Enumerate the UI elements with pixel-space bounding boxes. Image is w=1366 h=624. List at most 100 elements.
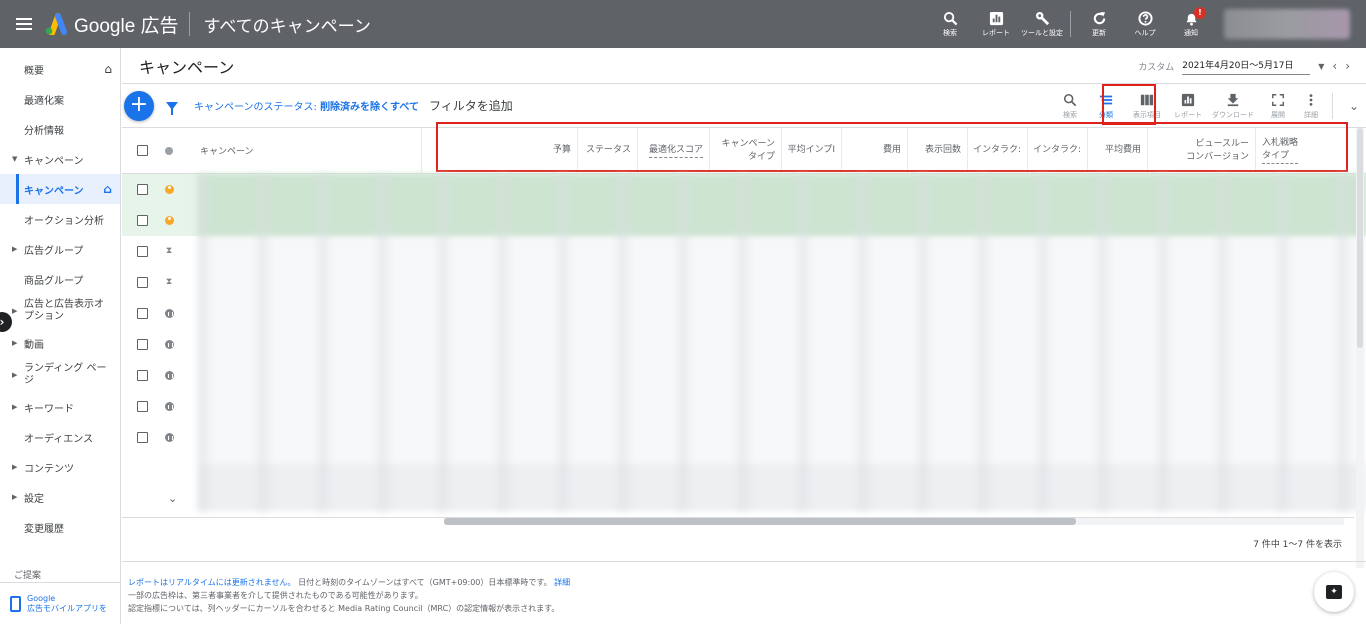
chevron-left-icon[interactable]: ‹ — [1332, 59, 1337, 73]
row-status-cell — [162, 216, 176, 225]
google-ads-logo[interactable]: Google 広告 — [44, 11, 179, 38]
row-checkbox[interactable] — [136, 184, 148, 195]
column-header-interactions-2[interactable]: インタラク: — [1027, 127, 1087, 174]
expand-label: 展開 — [1271, 110, 1285, 119]
page-title: すべてのキャンペーン — [203, 16, 371, 37]
plus-icon: + — [129, 91, 149, 117]
feedback-button[interactable]: ✦ — [1314, 572, 1354, 612]
status-dot-icon — [165, 146, 173, 155]
dropdown-arrow-icon[interactable]: ▼ — [1318, 62, 1324, 71]
top-search-button[interactable]: 検索 — [930, 0, 970, 48]
sidebar-group-content[interactable]: ▶ コンテンツ — [0, 452, 120, 482]
column-header-budget[interactable]: 予算 — [421, 127, 577, 174]
date-range-picker[interactable]: カスタム 2021年4月20日～5月17日 ▼ ‹ › — [1138, 48, 1350, 84]
add-campaign-button[interactable]: + — [124, 90, 154, 121]
vertical-scrollbar[interactable] — [1356, 128, 1364, 568]
top-notifications-button[interactable]: 通知 ! — [1171, 0, 1211, 48]
column-header-avg-impression[interactable]: 平均インプI — [781, 127, 841, 174]
add-filter-button[interactable]: フィルタを追加 — [429, 97, 513, 114]
expand-button[interactable]: 展開 — [1260, 84, 1296, 128]
status-filter-chip[interactable]: キャンペーンのステータス: 削除済みを除くすべて — [194, 98, 419, 113]
sidebar-group-settings[interactable]: ▶ 設定 — [0, 482, 120, 512]
column-header-view-through-label: ビュースルー コンバージョン — [1186, 138, 1249, 164]
sidebar-item-change-history[interactable]: 変更履歴 — [0, 512, 120, 542]
sidebar-item-insights[interactable]: 分析情報 — [0, 114, 120, 144]
top-reports-button[interactable]: レポート — [976, 0, 1016, 48]
filter-icon[interactable] — [166, 101, 178, 115]
column-header-avg-cost[interactable]: 平均費用 — [1087, 127, 1147, 174]
segment-button[interactable]: 分類 — [1088, 84, 1124, 128]
row-checkbox[interactable] — [136, 370, 148, 381]
column-header-avg-cost-label: 平均費用 — [1104, 145, 1141, 155]
row-checkbox[interactable] — [136, 277, 148, 288]
sidebar-item-overview[interactable]: 概要 ⌂ — [0, 54, 120, 84]
learn-more-link[interactable]: 詳細 — [554, 578, 570, 587]
sidebar-group-landing-pages[interactable]: ▶ ランディング ページ — [0, 358, 120, 392]
realtime-notice-link[interactable]: レポートはリアルタイムには更新されません。 — [128, 578, 296, 587]
row-checkbox[interactable] — [136, 339, 148, 350]
paused-status-icon — [164, 340, 174, 349]
top-refresh-button[interactable]: 更新 — [1079, 0, 1119, 48]
columns-icon — [1140, 94, 1154, 105]
select-all-checkbox[interactable] — [136, 145, 148, 156]
column-header-cost[interactable]: 費用 — [841, 127, 907, 174]
sidebar-item-label: オーディエンス — [24, 433, 94, 445]
collapse-toolbar-button[interactable]: ⌄ — [1339, 84, 1366, 128]
columns-button[interactable]: 表示項目 — [1124, 84, 1170, 128]
blurred-table-columns — [198, 174, 1366, 511]
sidebar-group-ad-groups[interactable]: ▶ 広告グループ — [0, 234, 120, 264]
sidebar-group-keywords[interactable]: ▶ キーワード — [0, 392, 120, 422]
mobile-app-promo[interactable]: Google 広告モバイルアプリを — [0, 582, 121, 624]
search-icon — [943, 11, 957, 26]
column-header-bid-strategy[interactable]: 入札戦略 タイプ — [1255, 127, 1321, 174]
sidebar-item-audiences[interactable]: オーディエンス — [0, 422, 120, 452]
top-tools-button[interactable]: ツールと設定 — [1021, 0, 1063, 48]
caret-right-icon: ▶ — [12, 245, 18, 253]
row-checkbox[interactable] — [136, 401, 148, 412]
horizontal-scrollbar[interactable] — [444, 518, 1076, 525]
sidebar-item-product-groups[interactable]: 商品グループ — [0, 264, 120, 294]
title-divider — [188, 12, 190, 36]
table-tools: 検索 分類 表示項目 レポート ダウンロード 展開 詳細 ⌄ — [1052, 84, 1366, 128]
page-header: キャンペーン カスタム 2021年4月20日～5月17日 ▼ ‹ › — [122, 48, 1366, 84]
column-header-campaign-type[interactable]: キャンペーン タイプ — [709, 127, 781, 174]
sidebar-group-campaigns[interactable]: ▼ キャンペーン — [0, 144, 120, 174]
sidebar-group-ads-extensions[interactable]: ▶ 広告と広告表示オプション — [0, 294, 120, 328]
date-range-value[interactable]: 2021年4月20日～5月17日 — [1182, 58, 1311, 75]
sidebar-item-label: 概要 — [24, 65, 44, 77]
paused-status-icon — [164, 433, 174, 442]
sidebar-item-label: キャンペーン — [24, 185, 84, 197]
column-header-status[interactable]: ステータス — [577, 127, 637, 174]
column-header-interactions-1[interactable]: インタラク: — [967, 127, 1027, 174]
reports-button[interactable]: レポート — [1170, 84, 1206, 128]
sidebar-item-recommendations[interactable]: 最適化案 — [0, 84, 120, 114]
row-count-text: 7 件中 1～7 件を表示 — [1253, 540, 1342, 550]
sidebar-item-campaigns[interactable]: キャンペーン ⌂ — [0, 174, 120, 204]
column-header-impressions[interactable]: 表示回数 — [907, 127, 967, 174]
row-select-cell — [122, 432, 162, 443]
row-checkbox[interactable] — [136, 246, 148, 257]
menu-button[interactable] — [0, 0, 48, 48]
row-select-cell — [122, 401, 162, 412]
wrench-icon — [1035, 11, 1049, 26]
row-checkbox[interactable] — [136, 432, 148, 443]
footer-line-2: 一部の広告枠は、第三者事業者を介して提供されたものである可能性があります。 — [128, 591, 423, 600]
download-button[interactable]: ダウンロード — [1206, 84, 1260, 128]
more-button[interactable]: 詳細 — [1296, 84, 1326, 128]
table-search-button[interactable]: 検索 — [1052, 84, 1088, 128]
suggestions-label: ご提案 — [14, 571, 42, 581]
sidebar-group-videos[interactable]: ▶ 動画 — [0, 328, 120, 358]
row-checkbox[interactable] — [136, 215, 148, 226]
column-header-opt-score[interactable]: 最適化スコア — [637, 127, 709, 174]
footer-line-1: レポートはリアルタイムには更新されません。 日付と時刻のタイムゾーンはすべて（G… — [128, 576, 1366, 589]
sidebar-item-auction-insights[interactable]: オークション分析 — [0, 204, 120, 234]
column-header-campaign[interactable]: キャンペーン — [176, 144, 421, 157]
row-checkbox[interactable] — [136, 308, 148, 319]
account-avatar-area[interactable] — [1224, 9, 1350, 39]
sidebar-item-label: ランディング ページ — [24, 363, 107, 386]
chevron-right-icon[interactable]: › — [1345, 59, 1350, 73]
column-header-view-through-conv[interactable]: ビュースルー コンバージョン — [1147, 127, 1255, 174]
top-help-button[interactable]: ヘルプ — [1125, 0, 1165, 48]
column-header-line: タイプ — [1262, 151, 1290, 161]
section-title: キャンペーン — [139, 57, 235, 77]
